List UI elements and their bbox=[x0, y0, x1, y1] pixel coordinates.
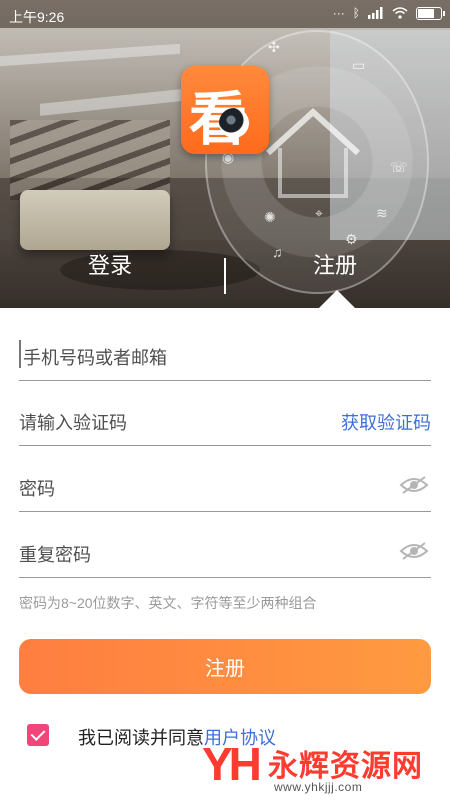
agreement-row: 我已阅读并同意用户协议 bbox=[27, 722, 276, 748]
hide-password-icon[interactable] bbox=[399, 541, 429, 561]
password-placeholder: 密码 bbox=[19, 479, 55, 499]
watermark: YH 永辉资源网 www.yhkjjj.com bbox=[196, 735, 450, 800]
watermark-logo: YH bbox=[202, 738, 262, 790]
watermark-title: 永辉资源网 bbox=[268, 750, 423, 783]
cell-signal-icon bbox=[368, 7, 383, 19]
confirm-password-field[interactable]: 重复密码 bbox=[19, 527, 431, 578]
tab-register[interactable]: 注册 bbox=[313, 248, 357, 280]
status-bar: 上午9:26 ··· ᛒ bbox=[0, 0, 450, 28]
wifi-status-icon bbox=[392, 7, 408, 19]
house-icon bbox=[265, 107, 361, 198]
code-placeholder: 请输入验证码 bbox=[19, 413, 127, 433]
tab-divider bbox=[224, 258, 226, 294]
location-icon: ⌖ bbox=[315, 205, 323, 221]
battery-icon bbox=[416, 6, 445, 20]
wifi-icon: ≋ bbox=[376, 205, 388, 221]
password-field[interactable]: 密码 bbox=[19, 461, 431, 512]
status-time: 上午9:26 bbox=[9, 9, 65, 25]
agreement-label: 我已阅读并同意 bbox=[78, 728, 204, 748]
password-hint: 密码为8~20位数字、英文、字符等至少两种组合 bbox=[19, 595, 317, 611]
agreement-checkbox[interactable] bbox=[27, 724, 49, 746]
bluetooth-icon: ᛒ bbox=[352, 6, 360, 20]
app-logo: 看 bbox=[181, 66, 269, 154]
header-hero: ✣ ▭ ◉ ☏ ✺ ⌖ ≋ ♫ ⚙ 上午9:26 ··· ᛒ 看 登录 注册 bbox=[0, 0, 450, 308]
phone-icon: ☏ bbox=[390, 159, 408, 175]
verification-code-field[interactable]: 请输入验证码 获取验证码 bbox=[19, 395, 431, 446]
phone-email-field[interactable]: 手机号码或者邮箱 bbox=[19, 330, 431, 381]
monitor-icon: ▭ bbox=[352, 57, 366, 73]
get-code-button[interactable]: 获取验证码 bbox=[341, 409, 431, 435]
phone-email-placeholder: 手机号码或者邮箱 bbox=[23, 348, 167, 368]
camera-lens-icon bbox=[219, 108, 249, 138]
settings-icon: ⚙ bbox=[345, 231, 358, 247]
watermark-url: www.yhkjjj.com bbox=[274, 780, 363, 794]
fan-icon: ✣ bbox=[268, 39, 280, 55]
register-button[interactable]: 注册 bbox=[19, 639, 431, 694]
confirm-password-placeholder: 重复密码 bbox=[19, 545, 91, 565]
hide-password-icon[interactable] bbox=[399, 475, 429, 495]
bulb-icon: ✺ bbox=[264, 209, 276, 225]
tab-login[interactable]: 登录 bbox=[88, 248, 132, 280]
status-icons: ··· ᛒ bbox=[332, 6, 445, 20]
signal-dots-icon: ··· bbox=[332, 6, 345, 20]
active-tab-indicator bbox=[319, 290, 355, 308]
text-cursor bbox=[19, 340, 21, 368]
music-icon: ♫ bbox=[272, 244, 283, 260]
